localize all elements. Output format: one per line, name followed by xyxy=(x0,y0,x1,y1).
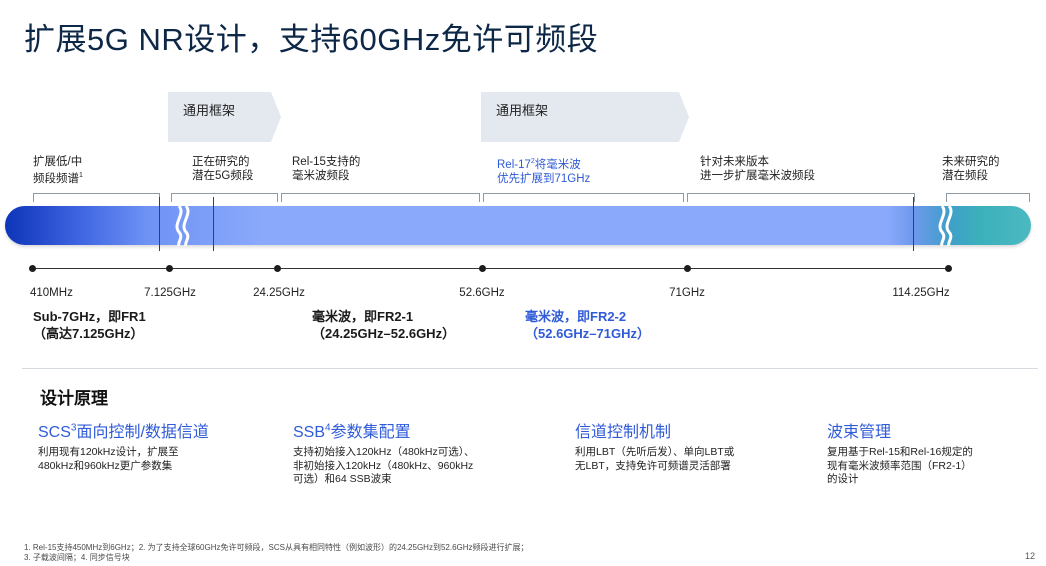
framework-label-left: 通用框架 xyxy=(183,103,236,118)
tick-label: 71GHz xyxy=(669,287,705,299)
design-col-heading-ssb: SSB4参数集配置 xyxy=(293,422,411,441)
axis-marker xyxy=(29,265,36,272)
band-divider xyxy=(913,197,914,251)
design-col-heading-beam-management: 波束管理 xyxy=(827,424,892,441)
segment-label-future-research: 未来研究的 潜在频段 xyxy=(942,156,1000,182)
axis-marker xyxy=(479,265,486,272)
bracket-low-mid xyxy=(33,193,160,202)
design-col-body-beam-management: 复用基于Rel-15和Rel-16规定的 现有毫米波频率范围（FR2-1） 的设… xyxy=(827,446,973,485)
segment-label-future-release: 针对未来版本 进一步扩展毫米波频段 xyxy=(700,156,815,182)
bracket-potential-5g xyxy=(171,193,278,202)
tick-label: 52.6GHz xyxy=(459,287,505,299)
page-number: 12 xyxy=(1025,551,1036,561)
bracket-rel17 xyxy=(483,193,684,202)
band-divider xyxy=(213,197,214,251)
framework-chevron-left: 通用框架 xyxy=(168,92,281,142)
tick-label: 410MHz xyxy=(30,287,73,299)
tick-label: 24.25GHz xyxy=(253,287,305,299)
framework-chevron-right: 通用框架 xyxy=(481,92,689,142)
bracket-future-research xyxy=(946,193,1030,202)
axis-marker xyxy=(684,265,691,272)
design-col-heading-channel-access: 信道控制机制 xyxy=(575,424,672,441)
segment-label-rel15: Rel-15支持的 毫米波频段 xyxy=(292,156,361,182)
band-name-fr2-2: 毫米波，即FR2-2 （52.6GHz–71GHz） xyxy=(525,309,650,341)
framework-label-right: 通用框架 xyxy=(496,103,549,118)
design-col-body-ssb: 支持初始接入120kHz（480kHz可选）、 非初始接入120kHz（480k… xyxy=(293,446,475,485)
tick-label: 7.125GHz xyxy=(144,287,196,299)
page-title: 扩展5G NR设计，支持60GHz免许可频段 xyxy=(24,22,599,57)
tick-label: 114.25GHz xyxy=(892,287,950,299)
design-col-body-scs: 利用现有120kHz设计，扩展至 480kHz和960kHz更广参数集 xyxy=(38,446,179,472)
segment-label-rel17: Rel-172将毫米波 优先扩展到71GHz xyxy=(497,158,591,185)
axis-marker xyxy=(166,265,173,272)
section-divider xyxy=(22,368,1038,369)
band-name-fr1: Sub-7GHz，即FR1 （高达7.125GHz） xyxy=(33,309,146,341)
band-name-fr2-1: 毫米波，即FR2-1 （24.25GHz–52.6GHz） xyxy=(312,309,456,341)
axis-marker xyxy=(945,265,952,272)
design-col-body-channel-access: 利用LBT（先听后发）、单向LBT或 无LBT，支持免许可频谱灵活部署 xyxy=(575,446,735,472)
design-col-heading-scs: SCS3面向控制/数据信道 xyxy=(38,422,209,441)
band-break-icon xyxy=(938,205,953,247)
bracket-future-release xyxy=(687,193,915,202)
footnote-line-2: 3. 子载波间隔；4. 同步信号块 xyxy=(24,553,130,562)
design-section-title: 设计原理 xyxy=(40,389,108,408)
band-break-icon xyxy=(175,205,190,247)
axis-marker xyxy=(274,265,281,272)
bracket-rel15 xyxy=(281,193,480,202)
band-divider xyxy=(159,197,160,251)
segment-label-potential-5g: 正在研究的 潜在5G频段 xyxy=(192,156,254,182)
segment-label-low-mid: 扩展低/中 频段频谱1 xyxy=(33,156,83,185)
